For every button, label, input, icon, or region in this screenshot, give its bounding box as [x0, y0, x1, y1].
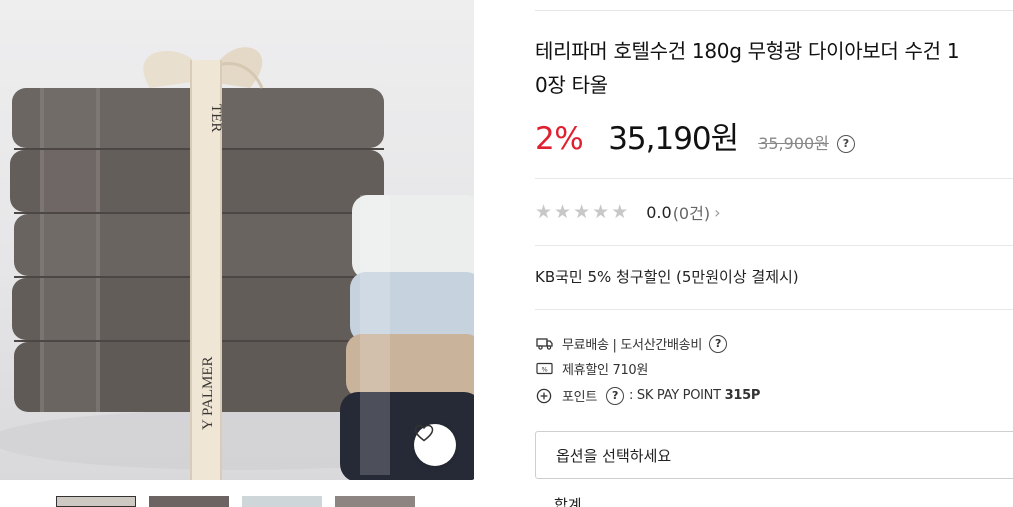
star-icon: ★	[592, 201, 610, 223]
star-icon: ★	[573, 201, 591, 223]
chevron-right-icon: ›	[714, 202, 721, 222]
heart-icon	[414, 424, 434, 442]
product-title-line2: 0장 타올	[535, 73, 608, 97]
point-value: 315P	[724, 388, 761, 403]
truck-icon	[535, 335, 553, 353]
point-info: 포인트 ? : SK PAY POINT 315P	[535, 386, 760, 405]
point-help-icon[interactable]: ?	[605, 386, 624, 405]
thumbnail-1[interactable]	[56, 496, 136, 507]
divider	[535, 309, 1013, 310]
rating-value: 0.0	[646, 202, 672, 222]
product-title: 테리파머 호텔수건 180g 무형광 다이아보더 수건 1 0장 타올	[535, 34, 1013, 102]
total-label: 합계	[554, 496, 582, 507]
coupon-label: 제휴할인 710원	[562, 363, 649, 378]
divider	[535, 245, 1013, 246]
towel-stack-photo: TER Y PALMER	[0, 47, 474, 480]
rating-stars: ★ ★ ★ ★ ★	[535, 201, 628, 223]
star-icon: ★	[611, 201, 629, 223]
plus-circle-icon	[535, 387, 553, 405]
product-info-panel: 테리파머 호텔수건 180g 무형광 다이아보더 수건 1 0장 타올 2% 3…	[535, 0, 1013, 507]
point-label: 포인트	[562, 390, 597, 405]
product-title-line1: 테리파머 호텔수건 180g 무형광 다이아보더 수건 1	[535, 39, 960, 63]
option-select-dropdown[interactable]: 옵션을 선택하세요	[535, 431, 1013, 479]
shipping-info: 무료배송 | 도서산간배송비 ?	[535, 334, 728, 353]
rating-row[interactable]: ★ ★ ★ ★ ★ 0.0 (0건) ›	[535, 200, 720, 224]
shipping-label: 무료배송 | 도서산간배송비	[562, 338, 703, 353]
star-icon: ★	[535, 201, 553, 223]
discount-coupon-icon: %	[535, 360, 553, 378]
card-discount-text: KB국민 5% 청구할인 (5만원이상 결제시)	[535, 268, 799, 286]
sale-price: 35,190원	[608, 121, 739, 157]
original-price: 35,900원	[758, 134, 829, 153]
price-row: 2% 35,190원 35,900원 ?	[535, 113, 855, 157]
point-prefix: : SK PAY POINT	[628, 388, 721, 403]
divider	[535, 178, 1013, 179]
band-label-top: TER	[208, 104, 224, 132]
thumbnail-strip	[56, 496, 415, 507]
wishlist-heart-button[interactable]	[414, 424, 456, 466]
thumbnail-2[interactable]	[149, 496, 229, 507]
discount-rate: 2%	[535, 121, 584, 157]
band-label-bottom: Y PALMER	[200, 357, 216, 431]
thumbnail-3[interactable]	[242, 496, 322, 507]
shipping-help-icon[interactable]: ?	[709, 334, 728, 353]
product-main-image[interactable]: TER Y PALMER	[0, 0, 474, 480]
review-count: (0건)	[672, 204, 711, 223]
divider	[535, 10, 1013, 11]
star-icon: ★	[554, 201, 572, 223]
coupon-info: % 제휴할인 710원	[535, 359, 648, 378]
price-help-icon[interactable]: ?	[836, 134, 855, 153]
svg-text:%: %	[541, 365, 547, 373]
thumbnail-4[interactable]	[335, 496, 415, 507]
